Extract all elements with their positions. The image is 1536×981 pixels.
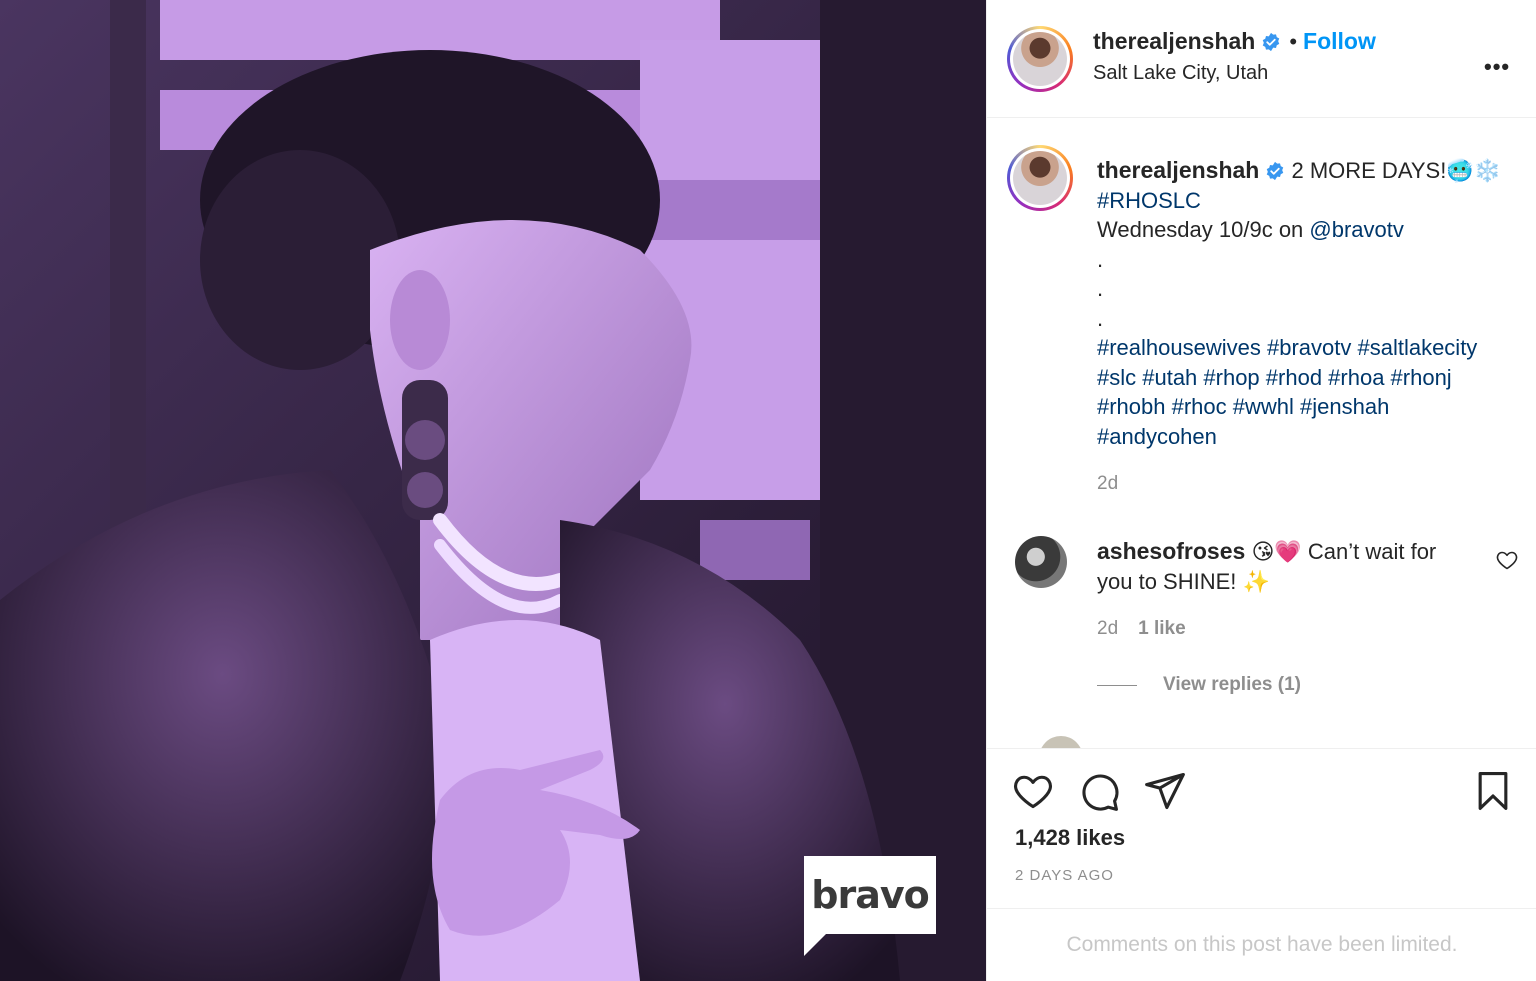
comment-text-line-2: you to SHINE! ✨ — [1097, 569, 1270, 594]
bravo-logo: bravo — [804, 856, 936, 956]
hashtag-rhoslc[interactable]: #RHOSLC — [1097, 186, 1527, 216]
comment-likes[interactable]: 1 like — [1138, 618, 1186, 639]
follow-button[interactable]: Follow — [1303, 28, 1376, 54]
view-replies-button[interactable]: View replies (1) — [1097, 674, 1301, 696]
caption-avatar[interactable] — [1007, 145, 1073, 211]
verified-badge-icon — [1267, 161, 1284, 181]
post-header: therealjenshah • Follow Salt Lake City, Ut… — [987, 0, 1536, 118]
author-avatar[interactable] — [1007, 26, 1073, 92]
view-replies-label: View replies (1) — [1163, 674, 1301, 695]
more-options-button[interactable]: ••• — [1484, 56, 1510, 78]
caption-dot: . — [1097, 305, 1104, 331]
comments-limited-notice: Comments on this post have been limited. — [987, 908, 1536, 981]
caption-time[interactable]: 2d — [1097, 469, 1527, 499]
post-actions: 1,428 likes 2 DAYS AGO — [987, 748, 1536, 908]
hashtags-line[interactable]: #realhousewives #bravotv #saltlakecity — [1097, 333, 1527, 363]
comment: ashesofroses 😘💗 Can’t wait for you to SH… — [1097, 536, 1467, 597]
post-location[interactable]: Salt Lake City, Utah — [1093, 62, 1268, 85]
caption-dot: . — [1097, 276, 1104, 301]
comments-list[interactable]: therealjenshah 2 MORE DAYS!🥶❄️ #RHOSLC W… — [987, 118, 1536, 748]
share-paper-plane-icon[interactable] — [1143, 769, 1187, 813]
verified-badge-icon — [1263, 32, 1280, 52]
commenter-username[interactable]: ashesofroses — [1097, 538, 1245, 564]
mention-bravotv[interactable]: @bravotv — [1309, 217, 1403, 242]
caption-line-1: 2 MORE DAYS!🥶❄️ — [1291, 158, 1502, 183]
bravo-logo-text: bravo — [804, 856, 936, 934]
hashtags-line[interactable]: #rhobh #rhoc #wwhl #jenshah — [1097, 392, 1527, 422]
caption-line-3: Wednesday 10/9c on — [1097, 217, 1310, 242]
comment-meta: 2d 1 like — [1097, 618, 1186, 640]
instagram-post: bravo therealjenshah • Follow Salt Lake Ci… — [0, 0, 1536, 981]
post-date[interactable]: 2 DAYS AGO — [1015, 867, 1114, 884]
save-bookmark-icon[interactable] — [1471, 769, 1515, 813]
like-heart-icon[interactable] — [1011, 769, 1055, 813]
caption-dot: . — [1097, 246, 1104, 272]
caption-username[interactable]: therealjenshah — [1097, 157, 1259, 183]
author-username[interactable]: therealjenshah — [1093, 28, 1255, 54]
hashtags-line[interactable]: #andycohen — [1097, 422, 1527, 452]
likes-count[interactable]: 1,428 likes — [1015, 825, 1125, 851]
hashtags-line[interactable]: #slc #utah #rhop #rhod #rhoa #rhonj — [1097, 363, 1527, 393]
post-sidebar: therealjenshah • Follow Salt Lake City, Ut… — [986, 0, 1536, 981]
comment-like-heart-icon[interactable] — [1495, 548, 1519, 572]
header-separator: • — [1289, 29, 1298, 54]
replies-dash — [1097, 684, 1137, 686]
comment-bubble-icon[interactable] — [1077, 769, 1121, 813]
post-photo — [0, 0, 986, 981]
post-media[interactable]: bravo — [0, 0, 986, 981]
post-caption: therealjenshah 2 MORE DAYS!🥶❄️ #RHOSLC W… — [1097, 156, 1527, 499]
comment-time[interactable]: 2d — [1097, 618, 1118, 639]
next-commenter-avatar[interactable] — [1039, 736, 1083, 748]
comment-text-line-1: 😘💗 Can’t wait for — [1251, 539, 1437, 564]
commenter-avatar[interactable] — [1015, 536, 1067, 588]
